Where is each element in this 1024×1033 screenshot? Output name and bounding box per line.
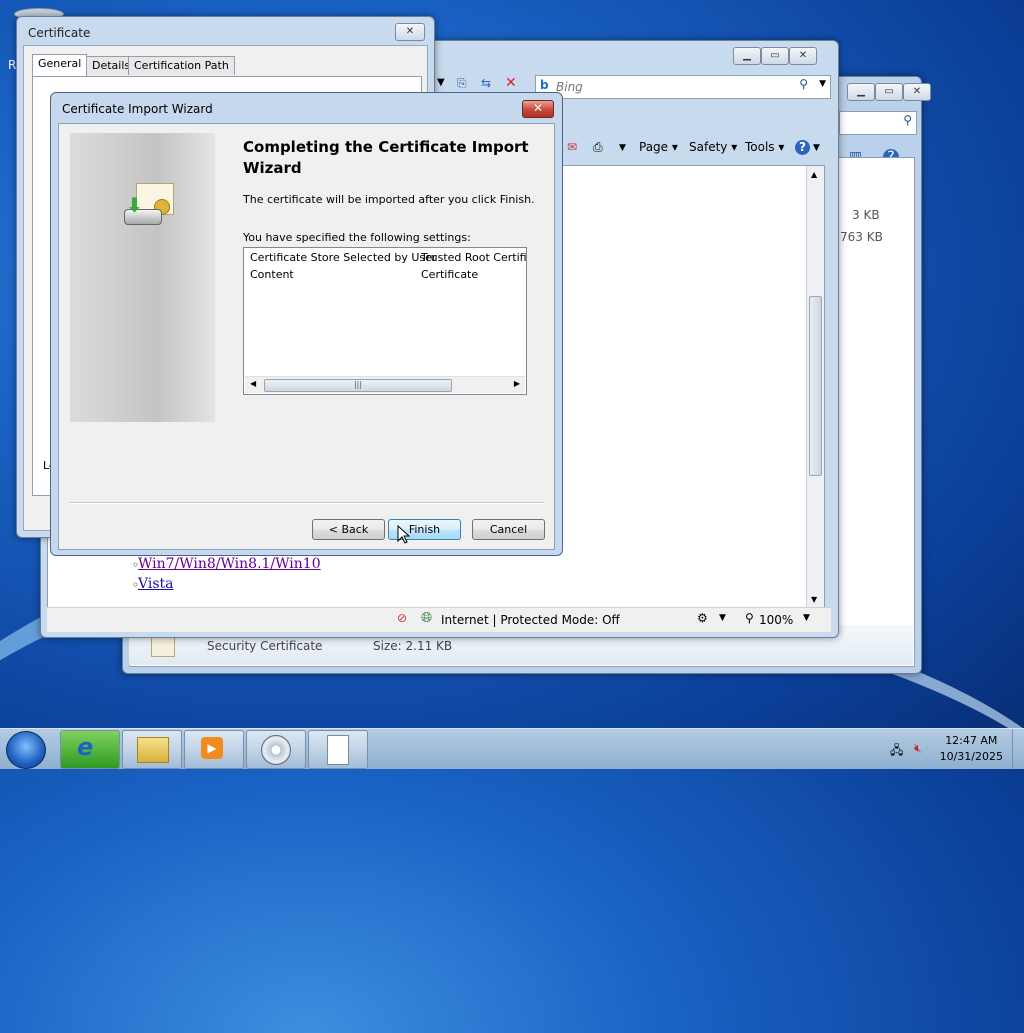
compatibility-icon[interactable]: ⎘ bbox=[457, 76, 467, 91]
horizontal-scrollbar[interactable]: ◀ ||| ▶ bbox=[245, 376, 525, 393]
wizard-banner: ⬇ bbox=[70, 133, 215, 422]
folder-icon bbox=[137, 737, 169, 763]
search-icon[interactable]: ⚲ bbox=[799, 77, 808, 91]
settings-list[interactable]: Certificate Store Selected by User Trust… bbox=[243, 247, 527, 395]
blocked-content-icon[interactable]: ⊘ bbox=[397, 611, 407, 625]
tab-general[interactable]: General bbox=[32, 54, 88, 77]
print-icon[interactable]: ⎙ bbox=[593, 140, 603, 155]
search-input[interactable]: b Bing ⚲ ▼ bbox=[535, 75, 831, 99]
setting-key: Certificate Store Selected by User bbox=[250, 251, 437, 264]
globe-icon: 🌐︎ bbox=[421, 610, 433, 626]
settings-label: You have specified the following setting… bbox=[243, 231, 471, 244]
tab-certification-path[interactable]: Certification Path bbox=[128, 56, 235, 75]
maximize-button[interactable]: ▭ bbox=[761, 47, 789, 65]
link-vista[interactable]: Vista bbox=[138, 576, 174, 592]
mail-icon[interactable]: ✉ bbox=[567, 140, 577, 154]
close-button[interactable]: ✕ bbox=[903, 83, 931, 101]
disc-icon bbox=[261, 735, 291, 765]
file-size: 3 KB bbox=[852, 208, 880, 222]
scroll-up-icon[interactable]: ▲ bbox=[811, 170, 817, 179]
taskbar-ie[interactable]: e bbox=[60, 730, 120, 769]
setting-key: Content bbox=[250, 268, 294, 281]
close-button[interactable]: ✕ bbox=[522, 100, 554, 118]
show-desktop-button[interactable] bbox=[1012, 729, 1024, 769]
taskbar: e ▶ 🖧︎ 🔇︎ 12:47 AM 10/31/2025 bbox=[0, 728, 1024, 769]
clock-date: 10/31/2025 bbox=[939, 750, 1003, 763]
chevron-down-icon[interactable]: ▼ bbox=[619, 143, 626, 153]
protected-mode-icon[interactable]: ⚙ bbox=[697, 611, 708, 625]
taskbar-media-player[interactable]: ▶ bbox=[184, 730, 244, 769]
import-wizard-dialog: Certificate Import Wizard ✕ ⬇ Completing… bbox=[50, 92, 563, 556]
chevron-down-icon[interactable]: ▼ bbox=[819, 79, 826, 89]
scroll-right-icon[interactable]: ▶ bbox=[514, 379, 520, 388]
start-button[interactable] bbox=[6, 731, 46, 769]
mouse-cursor-icon bbox=[397, 525, 411, 544]
link-win7-win10[interactable]: Win7/Win8/Win8.1/Win10 bbox=[138, 556, 321, 572]
zoom-level[interactable]: 100% bbox=[759, 613, 793, 627]
media-player-icon: ▶ bbox=[201, 737, 223, 759]
window-title: Certificate bbox=[28, 26, 91, 40]
cancel-button[interactable]: Cancel bbox=[472, 519, 545, 540]
internet-explorer-icon: e bbox=[77, 733, 94, 761]
divider bbox=[70, 502, 545, 504]
taskbar-explorer[interactable] bbox=[122, 730, 182, 769]
vertical-scrollbar[interactable]: ▲ ▼ bbox=[806, 166, 824, 608]
minimize-button[interactable]: ▁ bbox=[847, 83, 875, 101]
file-size-detail: Size: 2.11 KB bbox=[373, 639, 453, 653]
page-menu[interactable]: Page ▾ bbox=[639, 140, 678, 154]
setting-value: Trusted Root Certifica bbox=[421, 251, 527, 264]
scroll-left-icon[interactable]: ◀ bbox=[250, 379, 256, 388]
tools-menu[interactable]: Tools ▾ bbox=[745, 140, 784, 154]
chevron-down-icon[interactable]: ▼ bbox=[803, 613, 810, 623]
search-box[interactable]: ⚲ bbox=[839, 111, 917, 135]
stop-icon[interactable]: ✕ bbox=[505, 75, 517, 91]
help-icon[interactable]: ? bbox=[795, 140, 810, 155]
wizard-description: The certificate will be imported after y… bbox=[243, 193, 535, 206]
bing-icon: b bbox=[540, 78, 549, 92]
back-button[interactable]: < Back bbox=[312, 519, 385, 540]
network-icon[interactable]: 🖧︎ bbox=[890, 741, 903, 762]
status-bar: ⊘ 🌐︎ Internet | Protected Mode: Off ⚙ ▼ … bbox=[47, 607, 831, 632]
refresh-icon[interactable]: ⇆ bbox=[481, 76, 491, 90]
taskbar-disc-app[interactable] bbox=[246, 730, 306, 769]
maximize-button[interactable]: ▭ bbox=[875, 83, 903, 101]
close-button[interactable]: ✕ bbox=[395, 23, 425, 41]
chevron-down-icon[interactable]: ▼ bbox=[437, 77, 445, 88]
close-button[interactable]: ✕ bbox=[789, 47, 817, 65]
security-zone[interactable]: Internet | Protected Mode: Off bbox=[441, 613, 620, 627]
scroll-thumb[interactable]: ||| bbox=[264, 379, 452, 392]
wizard-content: ⬇ Completing the Certificate Import Wiza… bbox=[58, 123, 555, 550]
search-icon: ⚲ bbox=[903, 113, 912, 127]
taskbar-document[interactable] bbox=[308, 730, 368, 769]
setting-value: Certificate bbox=[421, 268, 479, 281]
command-bar: ✉ ⎙ ▼ Page ▾ Safety ▾ Tools ▾ ? ▼ bbox=[561, 137, 831, 159]
system-clock[interactable]: 12:47 AM 10/31/2025 bbox=[940, 733, 1003, 765]
zoom-icon: ⚲ bbox=[745, 611, 754, 625]
scroll-down-icon[interactable]: ▼ bbox=[811, 595, 817, 604]
file-type: Security Certificate bbox=[207, 639, 323, 653]
chevron-down-icon[interactable]: ▼ bbox=[719, 613, 726, 623]
clock-time: 12:47 AM bbox=[945, 734, 998, 747]
certificate-import-icon: ⬇ bbox=[124, 183, 174, 227]
chevron-down-icon[interactable]: ▼ bbox=[813, 143, 820, 153]
volume-muted-icon[interactable]: 🔇︎ bbox=[914, 741, 922, 756]
minimize-button[interactable]: ▁ bbox=[733, 47, 761, 65]
safety-menu[interactable]: Safety ▾ bbox=[689, 140, 737, 154]
scroll-thumb[interactable] bbox=[809, 296, 822, 476]
dialog-title: Certificate Import Wizard bbox=[62, 102, 213, 116]
wizard-heading: Completing the Certificate Import Wizard bbox=[243, 138, 529, 177]
document-icon bbox=[327, 735, 349, 765]
file-size: 763 KB bbox=[840, 230, 883, 244]
